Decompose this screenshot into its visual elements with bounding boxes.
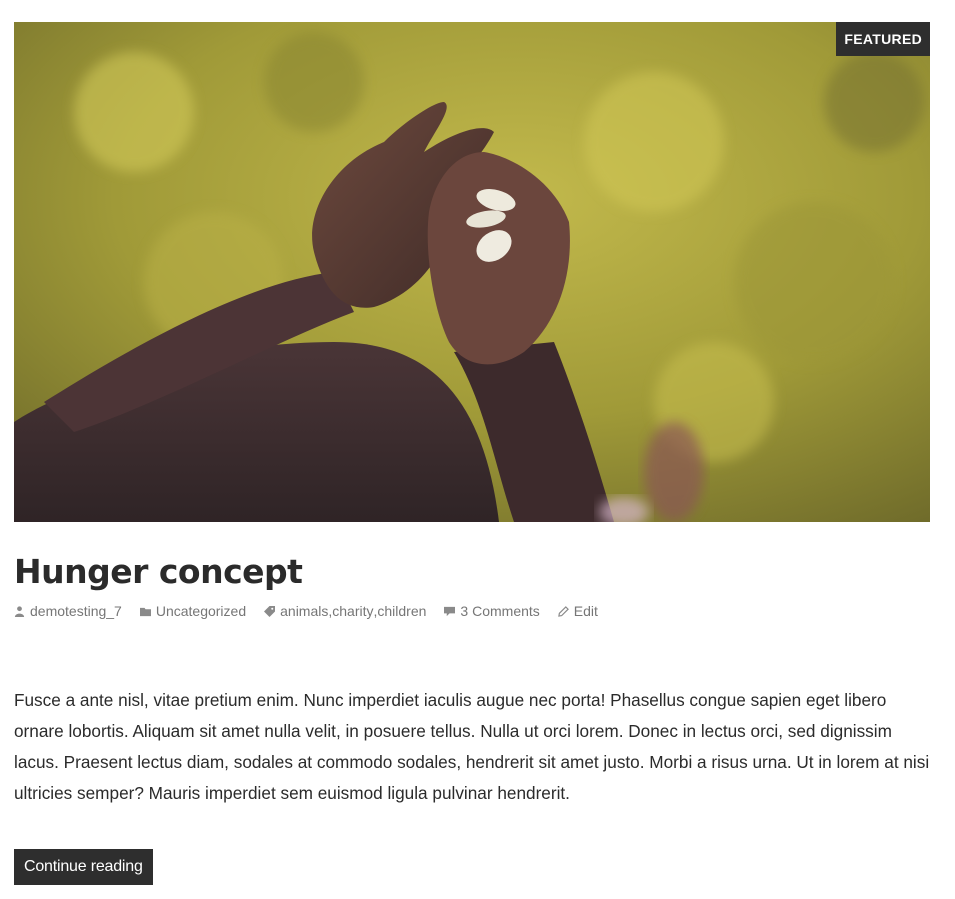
edit-link[interactable]: Edit: [574, 603, 598, 619]
featured-badge: FEATURED: [836, 22, 930, 56]
post-thumbnail[interactable]: FEATURED: [14, 22, 930, 522]
comments-link[interactable]: 3 Comments: [460, 603, 539, 619]
post-meta: demotesting_7 Uncategorized animals, cha…: [14, 603, 616, 619]
author-link[interactable]: demotesting_7: [30, 603, 122, 619]
tag-icon: [264, 605, 276, 617]
continue-reading-button[interactable]: Continue reading: [14, 849, 153, 885]
meta-category: Uncategorized: [139, 603, 246, 619]
person-icon: [14, 605, 25, 617]
tag-link-animals[interactable]: animals: [280, 603, 328, 619]
hands-holding-beans-photo: [14, 22, 930, 522]
category-link[interactable]: Uncategorized: [156, 603, 246, 619]
tag-link-charity[interactable]: charity: [332, 603, 373, 619]
comment-bubble-icon: [444, 606, 456, 616]
post-title[interactable]: Hunger concept: [14, 550, 303, 594]
tag-link-children[interactable]: children: [377, 603, 426, 619]
meta-tags: animals, charity, children: [264, 603, 426, 619]
post-article: FEATURED Hunger concept demotesting_7 Un…: [14, 22, 930, 885]
meta-author: demotesting_7: [14, 603, 122, 619]
post-excerpt: Fusce a ante nisl, vitae pretium enim. N…: [14, 690, 930, 803]
pencil-icon: [557, 605, 569, 617]
meta-comments: 3 Comments: [444, 603, 540, 619]
folder-icon: [139, 607, 151, 616]
meta-edit: Edit: [557, 603, 598, 619]
